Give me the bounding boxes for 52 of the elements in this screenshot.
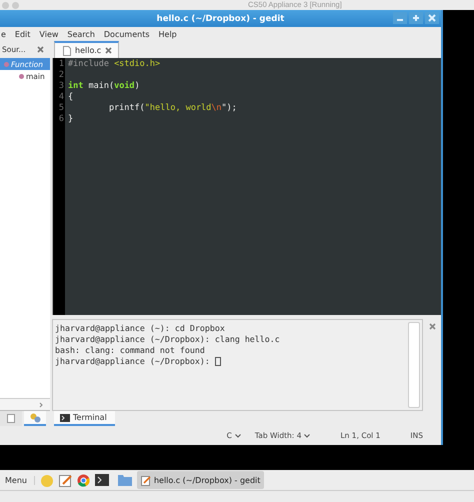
menu-item[interactable]: Help bbox=[158, 30, 177, 38]
code-line: #include <stdio.h> bbox=[68, 59, 160, 69]
document-icon bbox=[7, 414, 15, 423]
code-line: } bbox=[68, 114, 74, 124]
terminal-line: jharvard@appliance (~/Dropbox): bbox=[55, 356, 211, 368]
panel-tab[interactable] bbox=[0, 411, 22, 426]
line-number: 5 bbox=[58, 103, 65, 114]
browser-icon[interactable] bbox=[76, 474, 90, 486]
code-line: int main(void) bbox=[68, 81, 140, 91]
panel-tab[interactable] bbox=[24, 411, 46, 426]
code-editor[interactable]: 1 2 3 4 5 6 #include <stdio.h> int main(void) { printf("hello, world\n"); } bbox=[52, 58, 441, 316]
text-cursor bbox=[214, 357, 221, 366]
minimize-icon[interactable] bbox=[393, 12, 407, 24]
terminal-line: jharvard@appliance (~/Dropbox): clang hello.c bbox=[55, 334, 280, 346]
gears-icon bbox=[30, 412, 40, 422]
caret-icon bbox=[234, 434, 241, 438]
close-icon[interactable] bbox=[37, 46, 44, 53]
bullet-icon bbox=[4, 62, 9, 66]
terminal[interactable]: jharvard@appliance (~): cd Dropbox jharvard@appliance (~/Dropbox): clang hello.c bash: clang: command not found jharvard@appliance (~/Dropbox): bbox=[52, 319, 423, 412]
line-number: 2 bbox=[58, 70, 65, 81]
scrollbar[interactable] bbox=[408, 322, 420, 408]
code-line: printf("hello, world\n"); bbox=[108, 103, 237, 113]
menu-button[interactable]: Menu bbox=[3, 476, 35, 484]
maximize-icon[interactable] bbox=[409, 12, 423, 24]
bullet-icon bbox=[19, 74, 24, 78]
menu-item[interactable]: Edit bbox=[14, 30, 30, 38]
line-number: 1 bbox=[58, 59, 65, 70]
menu-item[interactable]: Search bbox=[67, 30, 95, 38]
code-line: { bbox=[68, 92, 74, 102]
caret-icon bbox=[304, 434, 310, 438]
menu-item[interactable]: View bbox=[39, 30, 58, 38]
folder-icon[interactable] bbox=[118, 474, 132, 486]
taskbar-task[interactable]: hello.c (~/Dropbox) - gedit bbox=[136, 471, 264, 489]
line-number: 6 bbox=[58, 114, 65, 125]
close-icon[interactable] bbox=[429, 323, 436, 330]
document-icon bbox=[63, 46, 71, 56]
menu-item[interactable]: e bbox=[1, 30, 6, 38]
line-number: 3 bbox=[58, 81, 65, 92]
menu-item[interactable]: Documents bbox=[104, 30, 150, 38]
panel-tab[interactable]: Terminal bbox=[54, 411, 115, 426]
editor-icon bbox=[140, 474, 151, 486]
close-icon[interactable] bbox=[425, 12, 439, 24]
terminal-line: bash: clang: command not found bbox=[55, 345, 205, 356]
window-title: hello.c (~/Dropbox) - gedit bbox=[156, 14, 284, 24]
editor-icon[interactable] bbox=[58, 474, 72, 486]
document-tab[interactable]: hello.c bbox=[54, 41, 120, 58]
terminal-icon bbox=[60, 414, 70, 422]
scrollbar[interactable] bbox=[0, 398, 50, 410]
close-icon[interactable] bbox=[105, 47, 112, 54]
terminal-line: jharvard@appliance (~): cd Dropbox bbox=[55, 323, 225, 334]
terminal-icon[interactable] bbox=[94, 474, 109, 486]
line-number: 4 bbox=[58, 92, 65, 103]
